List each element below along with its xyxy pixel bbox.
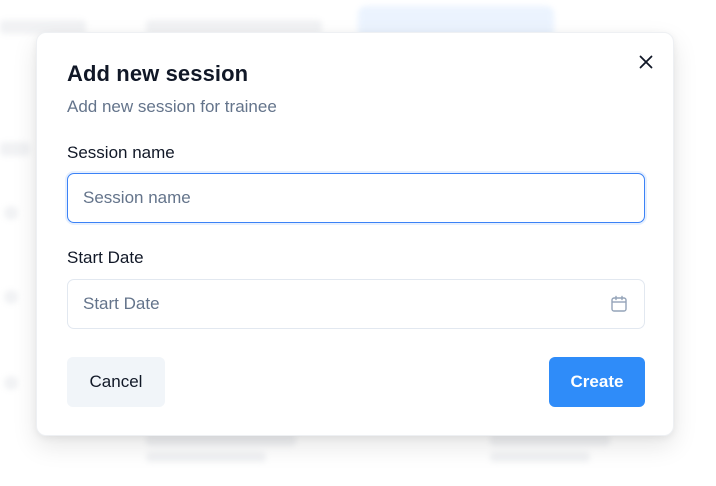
close-button[interactable] — [635, 51, 657, 73]
calendar-icon[interactable] — [609, 294, 629, 314]
session-name-label: Session name — [67, 143, 175, 162]
create-button[interactable]: Create — [549, 357, 645, 407]
close-icon — [639, 55, 653, 69]
cancel-button[interactable]: Cancel — [67, 357, 165, 407]
session-name-field[interactable] — [67, 173, 645, 223]
session-name-input[interactable] — [83, 188, 629, 208]
start-date-field[interactable] — [67, 279, 645, 329]
dialog-subtitle: Add new session for trainee — [67, 97, 277, 116]
dialog-title: Add new session — [67, 61, 249, 86]
start-date-label: Start Date — [67, 248, 144, 267]
add-session-dialog: Add new session Add new session for trai… — [36, 32, 674, 436]
start-date-input[interactable] — [83, 294, 601, 314]
